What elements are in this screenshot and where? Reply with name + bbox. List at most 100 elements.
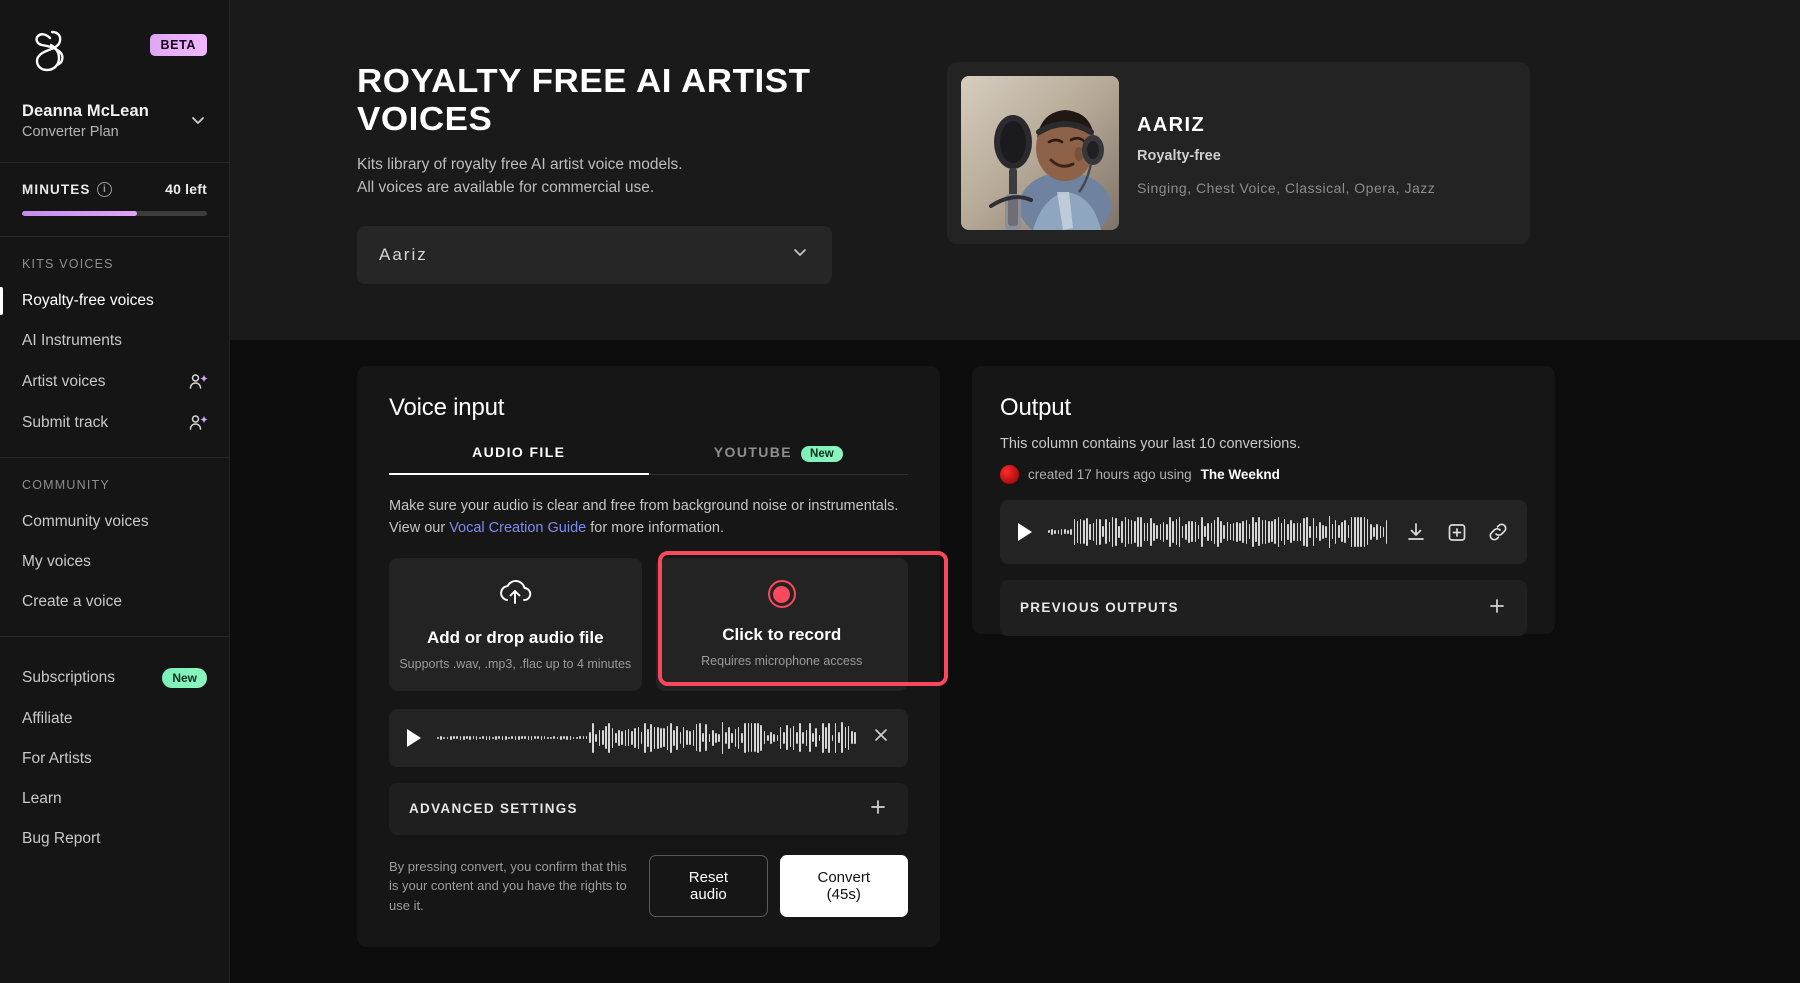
close-icon[interactable] bbox=[872, 726, 890, 750]
waveform-bar bbox=[1114, 517, 1117, 546]
output-meta-prefix: created 17 hours ago using bbox=[1028, 466, 1192, 482]
sidebar-item-bug-report[interactable]: Bug Report bbox=[0, 819, 229, 859]
waveform-bar bbox=[1137, 516, 1139, 547]
waveform-bar bbox=[1303, 518, 1305, 546]
account-switcher[interactable]: Deanna McLean Converter Plan bbox=[22, 102, 207, 162]
artist-card[interactable]: AARIZ Royalty-free Singing, Chest Voice,… bbox=[947, 62, 1530, 244]
output-audio-player[interactable] bbox=[1000, 499, 1527, 564]
sidebar-item-subscriptions[interactable]: Subscriptions New bbox=[0, 657, 229, 699]
play-icon[interactable] bbox=[407, 728, 421, 747]
tab-label: YOUTUBE bbox=[713, 443, 793, 460]
waveform-bar bbox=[1181, 526, 1184, 538]
sidebar-item-create-a-voice[interactable]: Create a voice bbox=[0, 582, 229, 622]
waveform-bar bbox=[1159, 523, 1162, 541]
tab-youtube[interactable]: YOUTUBE New bbox=[649, 444, 909, 474]
output-waveform[interactable] bbox=[1048, 515, 1389, 549]
waveform-bar bbox=[1299, 522, 1302, 542]
waveform-bar bbox=[1146, 523, 1149, 541]
sidebar-item-label: Submit track bbox=[22, 413, 109, 431]
sidebar-item-my-voices[interactable]: My voices bbox=[0, 542, 229, 582]
waveform-bar bbox=[1264, 519, 1267, 544]
sidebar-item-for-artists[interactable]: For Artists bbox=[0, 739, 229, 779]
waveform-bar bbox=[1143, 522, 1146, 541]
hero-section: ROYALTY FREE AI ARTIST VOICES Kits libra… bbox=[230, 0, 1800, 340]
play-icon[interactable] bbox=[1018, 522, 1032, 541]
logo-row: BETA bbox=[22, 26, 207, 78]
waveform-bar bbox=[1354, 517, 1356, 547]
waveform-bar bbox=[472, 736, 475, 740]
waveform-bar bbox=[485, 736, 488, 740]
waveform-bar bbox=[847, 725, 850, 750]
waveform-bar bbox=[1201, 516, 1203, 547]
rights-disclaimer: By pressing convert, you confirm that th… bbox=[389, 858, 627, 913]
sidebar-item-label: Learn bbox=[22, 790, 62, 807]
tab-audio-file[interactable]: AUDIO FILE bbox=[389, 444, 649, 475]
sidebar: BETA Deanna McLean Converter Plan MINUTE… bbox=[0, 0, 230, 983]
waveform-bar bbox=[446, 736, 449, 739]
input-audio-player[interactable] bbox=[389, 708, 908, 767]
waveform-bar bbox=[724, 731, 727, 744]
waveform-bar bbox=[1070, 528, 1072, 535]
waveform-bar bbox=[1099, 519, 1101, 545]
waveform-bar bbox=[805, 729, 808, 746]
record-subtitle: Requires microphone access bbox=[701, 654, 863, 669]
sidebar-item-label: Subscriptions bbox=[22, 669, 116, 686]
output-panel: Output This column contains your last 10… bbox=[972, 365, 1555, 636]
previous-outputs-toggle[interactable]: PREVIOUS OUTPUTS bbox=[1000, 579, 1527, 636]
sidebar-item-affiliate[interactable]: Affiliate bbox=[0, 699, 229, 739]
reset-audio-button[interactable]: Reset audio bbox=[649, 854, 768, 917]
waveform-bar bbox=[1150, 517, 1152, 547]
sidebar-item-ai-instruments[interactable]: AI Instruments bbox=[0, 321, 229, 361]
waveform-bar bbox=[553, 736, 556, 740]
waveform-bar bbox=[443, 736, 446, 740]
waveform-bar bbox=[715, 732, 717, 743]
download-icon[interactable] bbox=[1405, 521, 1427, 543]
plus-icon[interactable] bbox=[868, 797, 888, 821]
copy-link-icon[interactable] bbox=[1487, 521, 1509, 543]
waveform-bar bbox=[744, 722, 746, 753]
sidebar-item-community-voices[interactable]: Community voices bbox=[0, 502, 229, 542]
sidebar-item-learn[interactable]: Learn bbox=[0, 779, 229, 819]
sidebar-item-royalty-free-voices[interactable]: Royalty-free voices bbox=[0, 281, 229, 321]
waveform-bar bbox=[1236, 522, 1238, 542]
waveform-bar bbox=[1153, 523, 1155, 541]
waveform-bar bbox=[1382, 526, 1385, 537]
waveform-bar bbox=[1108, 521, 1111, 543]
waveform-bar bbox=[1216, 516, 1219, 548]
waveform-bar bbox=[1162, 522, 1165, 542]
waveform-bar bbox=[1255, 521, 1257, 542]
nav-group-title: COMMUNITY bbox=[22, 478, 110, 492]
waveform-bar bbox=[747, 723, 750, 753]
waveform-bar bbox=[1274, 519, 1276, 545]
info-icon[interactable]: i bbox=[97, 181, 113, 197]
chevron-down-icon[interactable] bbox=[189, 111, 207, 132]
waveform-bar bbox=[453, 736, 455, 740]
waveform-bar bbox=[475, 736, 478, 740]
vocal-creation-guide-link[interactable]: Vocal Creation Guide bbox=[449, 520, 586, 536]
waveform-bar bbox=[640, 731, 643, 744]
waveform-bar bbox=[757, 723, 759, 753]
waveform-bar bbox=[831, 734, 834, 742]
waveform-bar bbox=[1245, 520, 1248, 544]
convert-button[interactable]: Convert (45s) bbox=[779, 854, 908, 917]
advanced-settings-toggle[interactable]: ADVANCED SETTINGS bbox=[389, 782, 908, 835]
upload-audio-dropzone[interactable]: Add or drop audio file Supports .wav, .m… bbox=[389, 557, 642, 691]
waveform-bar bbox=[1124, 516, 1127, 548]
waveform-bar bbox=[585, 736, 588, 740]
chevron-down-icon[interactable] bbox=[790, 242, 810, 268]
input-waveform[interactable] bbox=[437, 721, 856, 755]
voice-select-dropdown[interactable]: Aariz bbox=[357, 225, 832, 284]
sidebar-item-artist-voices[interactable]: Artist voices bbox=[0, 361, 229, 402]
waveform-bar bbox=[1341, 521, 1343, 542]
waveform-bar bbox=[1242, 521, 1245, 543]
record-audio-button[interactable]: Click to record Requires microphone acce… bbox=[655, 557, 908, 691]
artist-info: AARIZ Royalty-free Singing, Chest Voice,… bbox=[1137, 110, 1435, 196]
waveform-bar bbox=[1073, 518, 1076, 546]
waveform-bar bbox=[766, 734, 769, 741]
waveform-bar bbox=[718, 733, 721, 742]
waveform-bar bbox=[631, 730, 633, 746]
main-content: ROYALTY FREE AI ARTIST VOICES Kits libra… bbox=[230, 0, 1800, 983]
sidebar-item-submit-track[interactable]: Submit track bbox=[0, 402, 229, 443]
plus-icon[interactable] bbox=[1487, 596, 1507, 620]
save-to-library-icon[interactable] bbox=[1446, 521, 1468, 543]
